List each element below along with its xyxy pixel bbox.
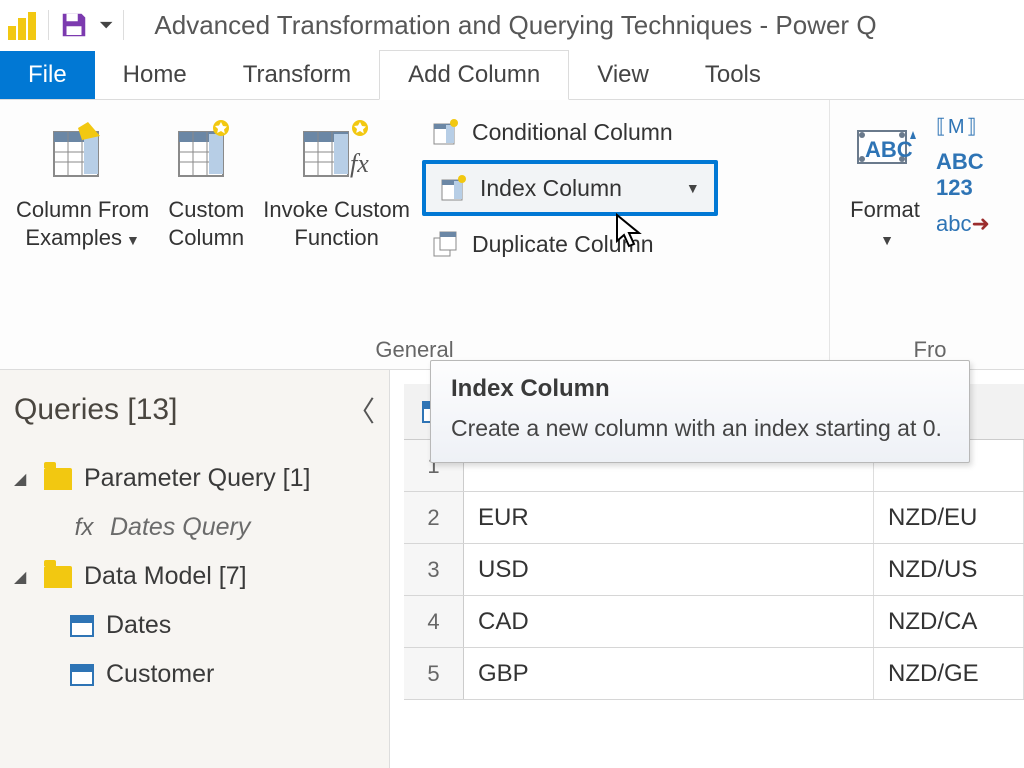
ribbon-group-fromtext: ABC Format▼ ⟦M⟧ ABC 123 abc➜ Fro xyxy=(830,100,1024,369)
query-item-customer[interactable]: Customer xyxy=(14,650,375,699)
tab-file[interactable]: File xyxy=(0,51,95,99)
conditional-column-button[interactable]: Conditional Column xyxy=(422,112,718,152)
row-number: 5 xyxy=(404,648,464,699)
query-group-label: Parameter Query [1] xyxy=(84,464,310,493)
tab-view[interactable]: View xyxy=(569,51,677,99)
query-item-label: Dates Query xyxy=(110,513,250,542)
format-label: Format xyxy=(850,197,920,222)
query-item-dates[interactable]: Dates xyxy=(14,601,375,650)
ribbon: Column From Examples▼ Custom Column xyxy=(0,100,1024,370)
tooltip: Index Column Create a new column with an… xyxy=(430,360,970,463)
folder-icon xyxy=(44,468,72,490)
query-item-label: Customer xyxy=(106,660,214,689)
separator xyxy=(48,10,49,40)
tab-add-column[interactable]: Add Column xyxy=(379,50,569,100)
invoke-custom-function-icon: fx xyxy=(298,112,376,190)
folder-icon xyxy=(44,566,72,588)
column-commands-stack: Conditional Column Index Column ▼ Duplic… xyxy=(422,108,718,264)
index-column-label: Index Column xyxy=(480,175,622,202)
svg-text:ABC: ABC xyxy=(865,137,913,162)
save-icon[interactable] xyxy=(59,10,89,40)
cell[interactable]: EUR xyxy=(464,492,874,543)
cell[interactable]: USD xyxy=(464,544,874,595)
parse-button[interactable]: abc➜ xyxy=(936,211,990,237)
text-commands-stack: ⟦M⟧ ABC 123 abc➜ xyxy=(936,108,990,237)
duplicate-column-button[interactable]: Duplicate Column xyxy=(422,224,718,264)
duplicate-column-label: Duplicate Column xyxy=(472,231,654,258)
chevron-down-icon: ▼ xyxy=(126,232,140,250)
queries-header: Queries [13] 〈 xyxy=(14,390,375,430)
tab-transform[interactable]: Transform xyxy=(215,51,379,99)
expand-icon[interactable]: ◢ xyxy=(14,567,32,587)
conditional-column-label: Conditional Column xyxy=(472,119,673,146)
data-grid: 1 2 EUR NZD/EU 3 USD NZD/US 4 CAD NZD/CA… xyxy=(390,370,1024,768)
collapse-pane-icon[interactable]: 〈 xyxy=(347,390,375,430)
main-area: Queries [13] 〈 ◢ Parameter Query [1] fx … xyxy=(0,370,1024,768)
window-title: Advanced Transformation and Querying Tec… xyxy=(154,10,876,41)
tooltip-title: Index Column xyxy=(451,375,949,403)
qat-dropdown-icon[interactable]: ⏷ xyxy=(99,15,113,36)
tab-tools[interactable]: Tools xyxy=(677,51,789,99)
expand-icon[interactable]: ◢ xyxy=(14,469,32,489)
cell[interactable]: NZD/US xyxy=(874,544,1024,595)
query-group-data-model[interactable]: ◢ Data Model [7] xyxy=(14,552,375,601)
cell[interactable]: NZD/GE xyxy=(874,648,1024,699)
cell[interactable]: NZD/CA xyxy=(874,596,1024,647)
table-row[interactable]: 2 EUR NZD/EU xyxy=(404,492,1024,544)
tab-home[interactable]: Home xyxy=(95,51,215,99)
title-bar: ⏷ Advanced Transformation and Querying T… xyxy=(0,0,1024,50)
format-icon: ABC xyxy=(846,112,924,190)
separator xyxy=(123,10,124,40)
tooltip-body: Create a new column with an index starti… xyxy=(451,413,949,444)
chevron-down-icon[interactable]: ▼ xyxy=(686,180,700,196)
query-item-label: Dates xyxy=(106,611,171,640)
custom-column-label: Custom Column xyxy=(168,196,244,251)
function-icon: fx xyxy=(70,514,98,542)
row-number: 2 xyxy=(404,492,464,543)
app-icon xyxy=(8,10,38,40)
column-from-examples-button[interactable]: Column From Examples▼ xyxy=(10,108,155,255)
merge-columns-icon[interactable]: ⟦M⟧ xyxy=(936,114,990,139)
chevron-down-icon: ▼ xyxy=(880,232,894,250)
svg-text:fx: fx xyxy=(350,149,369,178)
table-icon xyxy=(70,615,94,637)
index-column-button[interactable]: Index Column ▼ xyxy=(422,160,718,216)
invoke-custom-function-button[interactable]: fx Invoke Custom Function xyxy=(257,108,416,255)
query-item-dates-query[interactable]: fx Dates Query xyxy=(14,503,375,552)
custom-column-button[interactable]: Custom Column xyxy=(161,108,251,255)
queries-pane: Queries [13] 〈 ◢ Parameter Query [1] fx … xyxy=(0,370,390,768)
column-from-examples-icon xyxy=(44,112,122,190)
ribbon-group-general: Column From Examples▼ Custom Column xyxy=(0,100,830,369)
table-row[interactable]: 5 GBP NZD/GE xyxy=(404,648,1024,700)
query-group-label: Data Model [7] xyxy=(84,562,247,591)
invoke-custom-function-label: Invoke Custom Function xyxy=(263,196,410,251)
query-group-parameter[interactable]: ◢ Parameter Query [1] xyxy=(14,454,375,503)
format-button[interactable]: ABC Format ▼ xyxy=(840,108,930,255)
cell[interactable]: CAD xyxy=(464,596,874,647)
table-row[interactable]: 3 USD NZD/US xyxy=(404,544,1024,596)
extract-button[interactable]: ABC 123 xyxy=(936,149,990,201)
table-icon xyxy=(70,664,94,686)
cell[interactable]: NZD/EU xyxy=(874,492,1024,543)
row-number: 3 xyxy=(404,544,464,595)
queries-title: Queries [13] xyxy=(14,393,177,427)
ribbon-tabs: File Home Transform Add Column View Tool… xyxy=(0,50,1024,100)
custom-column-icon xyxy=(167,112,245,190)
cell[interactable]: GBP xyxy=(464,648,874,699)
row-number: 4 xyxy=(404,596,464,647)
table-row[interactable]: 4 CAD NZD/CA xyxy=(404,596,1024,648)
